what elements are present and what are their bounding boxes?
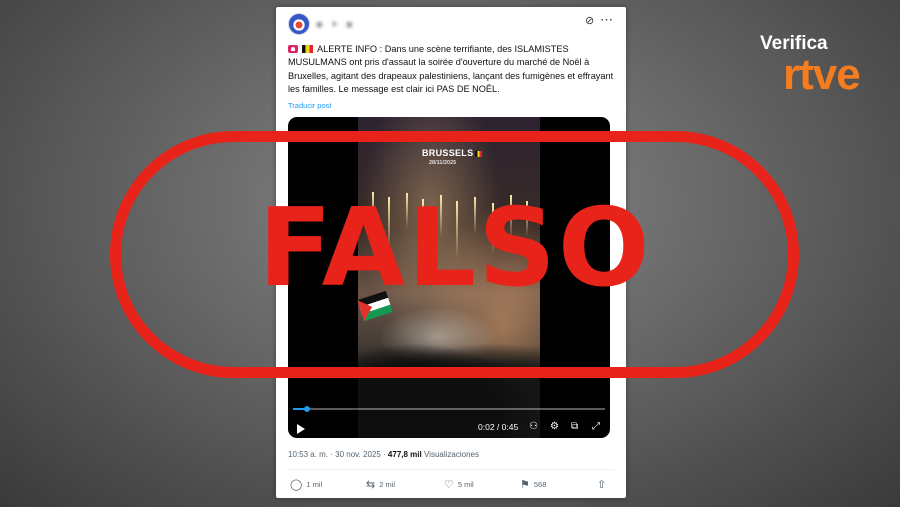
repost-icon: ⇆ [366,479,376,491]
rtve-logo: rtve [783,50,861,99]
like-count: 5 mil [457,480,474,489]
bookmark-count: 568 [533,480,547,489]
reply-button[interactable]: ◯ 1 mil [290,478,322,491]
bookmark-icon: ⚑ [520,479,530,491]
reply-icon: ◯ [290,479,303,491]
action-bar: ◯ 1 mil ⇆ 2 mil ♡ 5 mil ⚑ 568 ⇧ [288,478,614,492]
video-progress-handle[interactable] [303,406,310,412]
volume-icon[interactable]: ⚇ [529,421,538,432]
views-count: 477,8 mil [387,450,422,459]
falso-stamp-text: FALSO [258,186,652,311]
belgium-flag-icon [302,45,313,53]
post-timestamp[interactable]: 10:53 a. m. · 30 nov. 2025 · [288,450,386,459]
repost-button[interactable]: ⇆ 2 mil [366,478,395,491]
post-meta: 10:53 a. m. · 30 nov. 2025 · 477,8 mil V… [288,450,479,459]
fullscreen-icon[interactable]: ⤢ [592,421,600,432]
post-body: ALERTE INFO : Dans une scène terrifiante… [288,44,614,95]
reply-count: 1 mil [306,480,323,489]
share-icon: ⇧ [597,479,607,491]
more-icon[interactable]: ⋯ [600,12,613,28]
divider [288,469,614,470]
translate-post-link[interactable]: Traducir post [288,101,332,110]
like-button[interactable]: ♡ 5 mil [444,478,474,491]
heart-icon: ♡ [444,479,454,491]
grok-icon[interactable]: ⊘ [585,14,594,27]
avatar[interactable] [288,13,310,35]
alarm-emoji-icon [288,45,298,53]
video-progress-bar[interactable] [293,406,605,412]
author-name-blurred[interactable]: ■ ✦ ■ [316,18,364,32]
pip-icon[interactable]: ⧉ [571,421,578,432]
views-label: Visualizaciones [423,450,479,459]
post-text: ALERTE INFO : Dans une scène terrifiante… [288,43,618,97]
bookmark-button[interactable]: ⚑ 568 [520,478,546,491]
repost-count: 2 mil [379,480,396,489]
gear-icon[interactable]: ⚙ [550,421,559,432]
share-button[interactable]: ⇧ [597,478,606,491]
video-time: 0:02 / 0:45 [478,422,519,432]
play-icon[interactable] [297,424,305,434]
